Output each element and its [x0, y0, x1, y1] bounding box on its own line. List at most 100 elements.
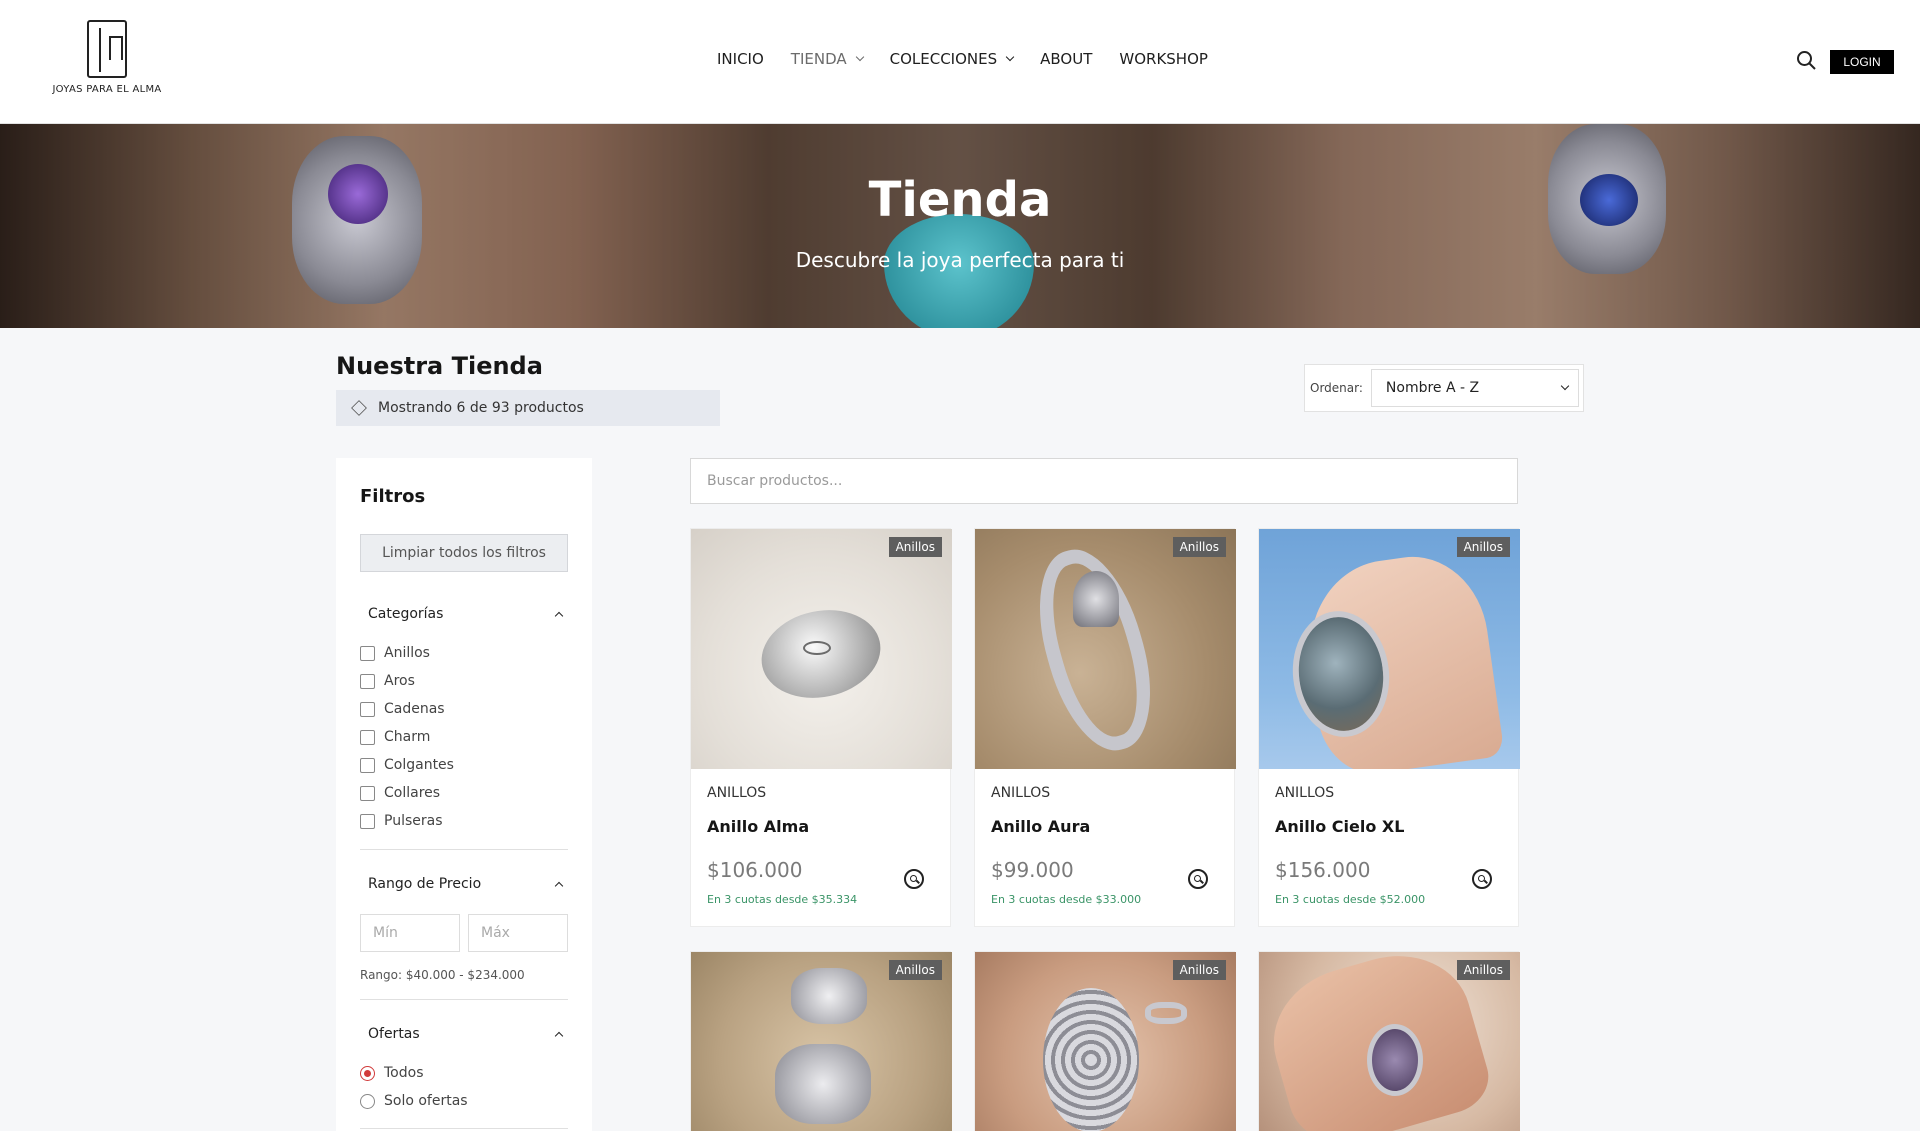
categories-section-toggle[interactable]: Categorías — [368, 606, 568, 622]
price-section-toggle[interactable]: Rango de Precio — [368, 876, 568, 892]
page-title: Nuestra Tienda — [336, 352, 543, 380]
quick-view-icon[interactable] — [1472, 869, 1492, 889]
category-label: Colgantes — [384, 757, 454, 773]
sort-select[interactable]: Nombre A - Z — [1370, 369, 1579, 407]
product-price: $106.000 — [707, 858, 803, 882]
clear-filters-button[interactable]: Limpiar todos los filtros — [360, 534, 568, 572]
logo-mark-icon — [87, 20, 127, 78]
nav-item-workshop[interactable]: WORKSHOP — [1119, 50, 1208, 68]
category-checkbox-collares[interactable]: Collares — [360, 785, 440, 801]
category-badge: Anillos — [1456, 960, 1510, 980]
product-card[interactable]: Anillos — [974, 951, 1236, 1131]
product-name[interactable]: Anillo Aura — [991, 817, 1090, 836]
product-image — [691, 529, 952, 769]
nav-label: TIENDA — [790, 50, 847, 68]
chevron-down-icon — [1005, 52, 1015, 62]
chevron-down-icon — [1560, 381, 1570, 390]
nav-label: INICIO — [717, 50, 764, 68]
product-category: ANILLOS — [707, 785, 767, 801]
nav-item-tienda[interactable]: TIENDA — [790, 50, 864, 68]
checkbox[interactable] — [360, 729, 375, 745]
radio[interactable] — [360, 1093, 375, 1109]
category-label: Charm — [384, 729, 431, 745]
checkbox[interactable] — [360, 701, 375, 717]
category-checkbox-anillos[interactable]: Anillos — [360, 645, 430, 661]
product-image — [975, 529, 1236, 769]
login-button[interactable]: LOGIN — [1830, 50, 1894, 74]
category-checkbox-colgantes[interactable]: Colgantes — [360, 757, 454, 773]
product-card[interactable]: Anillos ANILLOS Anillo Aura $99.000 En 3… — [974, 528, 1236, 927]
divider — [360, 1128, 568, 1129]
nav-label: ABOUT — [1040, 50, 1093, 68]
category-label: Aros — [384, 673, 415, 689]
main-nav: INICIO TIENDA COLECCIONES ABOUT WORKSHOP — [717, 50, 1235, 68]
category-label: Anillos — [384, 645, 430, 661]
quick-view-icon[interactable] — [904, 869, 924, 889]
checkbox[interactable] — [360, 785, 375, 801]
site-header: JOYAS PARA EL ALMA INICIO TIENDA COLECCI… — [0, 0, 1920, 124]
category-checkbox-charm[interactable]: Charm — [360, 729, 430, 745]
category-badge: Anillos — [888, 960, 942, 980]
ring-shape — [1145, 1002, 1187, 1024]
offers-title: Ofertas — [368, 1026, 420, 1042]
chevron-down-icon — [855, 52, 864, 62]
filters-title: Filtros — [360, 486, 426, 507]
ring-shape — [791, 968, 867, 1024]
checkbox[interactable] — [360, 813, 375, 829]
nav-label: WORKSHOP — [1119, 50, 1208, 68]
product-search-input[interactable]: Buscar productos... — [690, 458, 1518, 504]
nav-item-inicio[interactable]: INICIO — [717, 50, 764, 68]
product-installments: En 3 cuotas desde $35.334 — [707, 893, 858, 906]
sort-label: Ordenar: — [1310, 381, 1363, 395]
product-category: ANILLOS — [1275, 785, 1335, 801]
nav-item-colecciones[interactable]: COLECCIONES — [889, 50, 1015, 68]
category-badge: Anillos — [1172, 537, 1226, 557]
checkbox[interactable] — [360, 645, 375, 661]
offers-section-toggle[interactable]: Ofertas — [368, 1026, 568, 1042]
nav-item-about[interactable]: ABOUT — [1040, 50, 1092, 68]
price-max-input[interactable]: Máx — [468, 914, 568, 952]
quick-view-icon[interactable] — [1188, 869, 1208, 889]
filters-sidebar: Filtros Limpiar todos los filtros Catego… — [336, 458, 592, 1131]
category-badge: Anillos — [1172, 960, 1226, 980]
logo-text: JOYAS PARA EL ALMA — [52, 84, 162, 95]
category-label: Pulseras — [384, 813, 443, 829]
price-range-note: Rango: $40.000 - $234.000 — [360, 968, 525, 982]
logo[interactable]: JOYAS PARA EL ALMA — [44, 20, 170, 95]
price-min-input[interactable]: Mín — [360, 914, 460, 952]
categories-title: Categorías — [368, 606, 444, 622]
eye-engraving-shape — [803, 641, 831, 655]
category-label: Cadenas — [384, 701, 445, 717]
divider — [360, 849, 568, 850]
sort-selected-value: Nombre A - Z — [1385, 380, 1480, 396]
product-card[interactable]: Anillos — [1258, 951, 1520, 1131]
offers-radio-solo-ofertas[interactable]: Solo ofertas — [360, 1093, 468, 1109]
radio-selected[interactable] — [360, 1065, 375, 1081]
product-installments: En 3 cuotas desde $33.000 — [991, 893, 1142, 906]
checkbox[interactable] — [360, 757, 375, 773]
category-checkbox-pulseras[interactable]: Pulseras — [360, 813, 443, 829]
product-installments: En 3 cuotas desde $52.000 — [1275, 893, 1426, 906]
radio-label: Todos — [384, 1065, 424, 1081]
product-card[interactable]: Anillos ANILLOS Anillo Alma $106.000 En … — [690, 528, 952, 927]
product-name[interactable]: Anillo Alma — [707, 817, 809, 836]
radio-label: Solo ofertas — [384, 1093, 468, 1109]
checkbox[interactable] — [360, 673, 375, 689]
product-card[interactable]: Anillos ANILLOS Anillo Cielo XL $156.000… — [1258, 528, 1520, 927]
category-label: Collares — [384, 785, 441, 801]
search-icon[interactable] — [1796, 50, 1816, 70]
category-badge: Anillos — [888, 537, 942, 557]
category-badge: Anillos — [1456, 537, 1510, 557]
product-image — [1259, 529, 1520, 769]
ring-shape — [775, 1044, 871, 1124]
product-card[interactable]: Anillos — [690, 951, 952, 1131]
category-checkbox-cadenas[interactable]: Cadenas — [360, 701, 445, 717]
product-name[interactable]: Anillo Cielo XL — [1275, 817, 1404, 836]
category-checkbox-aros[interactable]: Aros — [360, 673, 415, 689]
ring-stone-shape — [1367, 1024, 1423, 1096]
sort-control: Ordenar: Nombre A - Z — [1304, 364, 1584, 412]
ring-shape — [1043, 988, 1139, 1131]
chevron-up-icon — [554, 1031, 564, 1041]
offers-radio-todos[interactable]: Todos — [360, 1065, 423, 1081]
nav-label: COLECCIONES — [889, 50, 998, 68]
